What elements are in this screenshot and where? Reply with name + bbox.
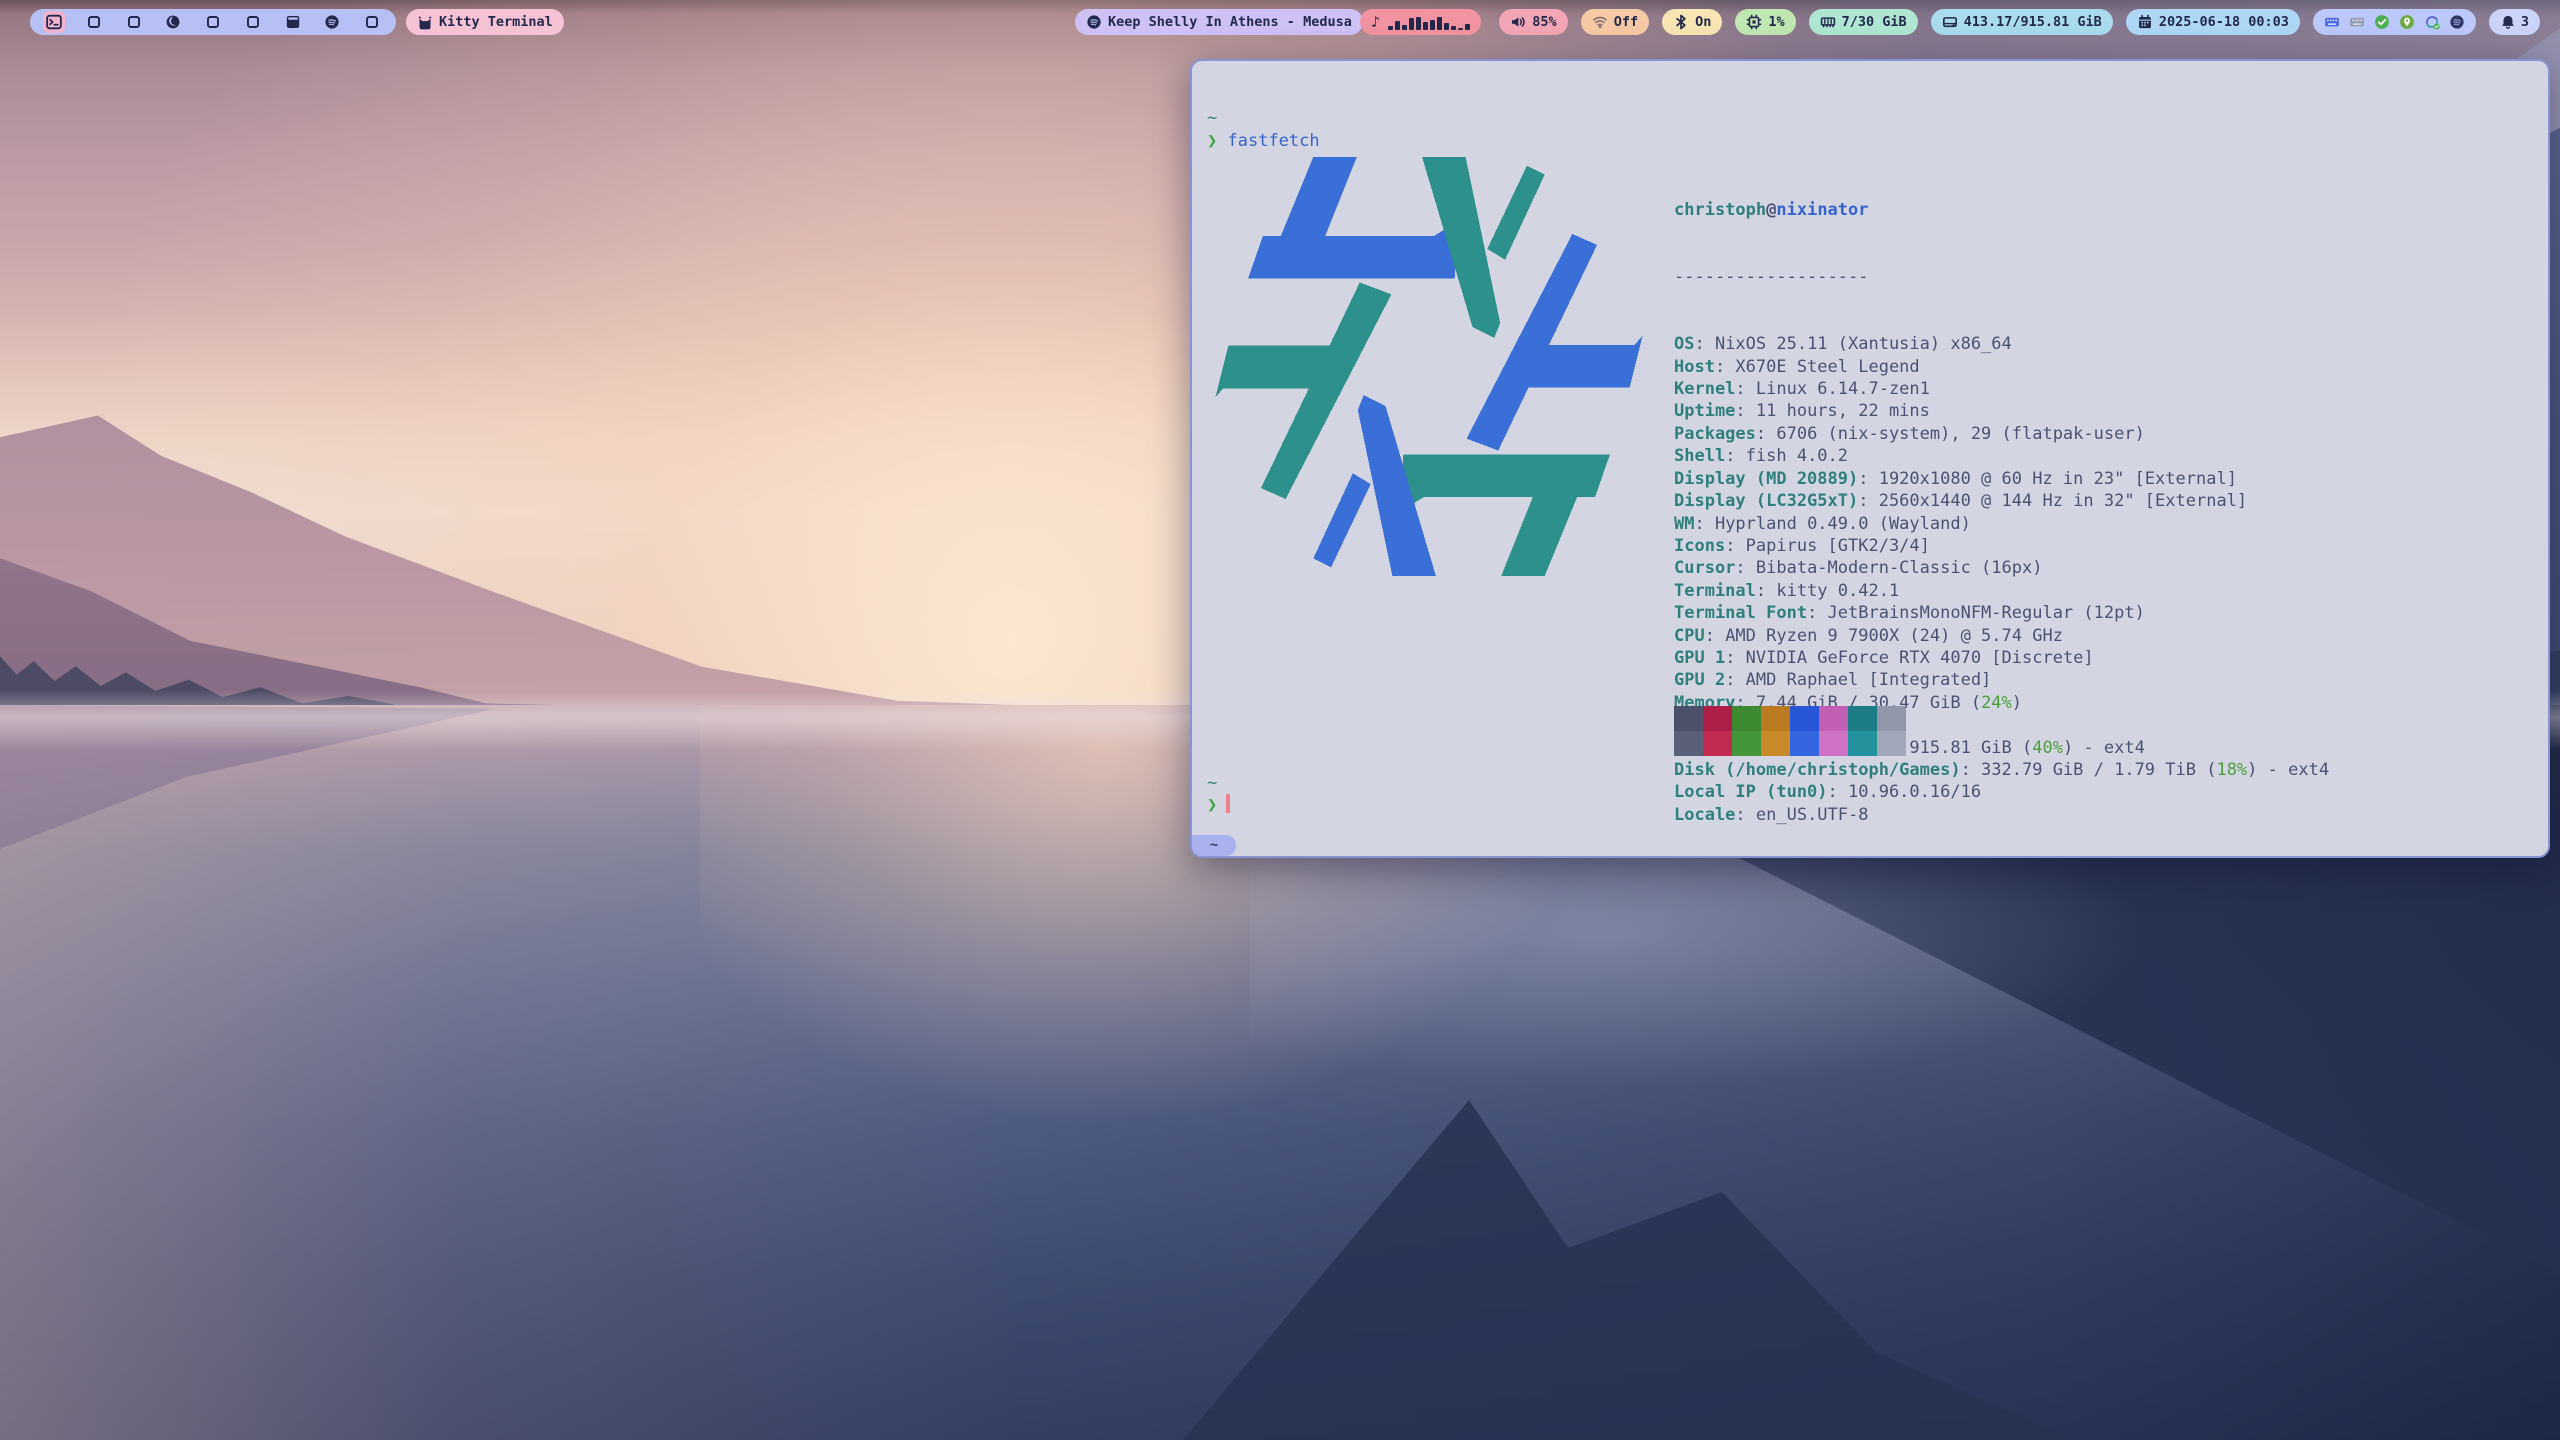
fastfetch-line: GPU 1: NVIDIA GeForce RTX 4070 [Discrete… — [1674, 647, 2329, 669]
network-value: Off — [1614, 14, 1638, 30]
fastfetch-line: Terminal Font: JetBrainsMonoNFM-Regular … — [1674, 602, 2329, 624]
desktop: Kitty Terminal Keep Shelly In Athens - M… — [0, 0, 2560, 1440]
fastfetch-line: Locale: en_US.UTF-8 — [1674, 804, 2329, 826]
bluetooth-icon — [1673, 14, 1689, 30]
disk-module[interactable]: 413.17/915.81 GiB — [1931, 9, 2113, 35]
workspace-switcher[interactable] — [30, 9, 396, 35]
terminal-window[interactable]: ~ ❯ fastfetch christoph@nixinator ------… — [1190, 59, 2550, 858]
fastfetch-line: CPU: AMD Ryzen 9 7900X (24) @ 5.74 GHz — [1674, 625, 2329, 647]
check-circle-icon[interactable] — [2374, 14, 2390, 30]
status-bar: Kitty Terminal Keep Shelly In Athens - M… — [0, 0, 2560, 44]
media-player-module[interactable]: Keep Shelly In Athens - Medusa — [1075, 9, 1363, 35]
active-window-title[interactable]: Kitty Terminal — [406, 9, 564, 35]
wifi-icon — [1592, 14, 1608, 30]
wallpaper-lake-mist — [1250, 830, 2150, 1090]
fastfetch-line: Shell: fish 4.0.2 — [1674, 445, 2329, 467]
sync-icon[interactable] — [2424, 14, 2440, 30]
text-cursor — [1226, 794, 1230, 813]
system-tray[interactable] — [2313, 9, 2476, 35]
media-track-label: Keep Shelly In Athens - Medusa — [1108, 14, 1352, 30]
fastfetch-line: Kernel: Linux 6.14.7-zen1 — [1674, 378, 2329, 400]
fastfetch-line: WM: Hyprland 0.49.0 (Wayland) — [1674, 513, 2329, 535]
network-module[interactable]: Off — [1581, 9, 1649, 35]
chip-icon — [1746, 14, 1762, 30]
window-icon — [285, 14, 301, 30]
spotify-tray-icon[interactable] — [2449, 14, 2465, 30]
bottom-prompt-path: ~ — [1207, 772, 1217, 794]
fastfetch-line: Cursor: Bibata-Modern-Classic (16px) — [1674, 557, 2329, 579]
workspace-6[interactable] — [242, 11, 264, 33]
location-icon[interactable] — [2399, 14, 2415, 30]
bluetooth-module[interactable]: On — [1662, 9, 1722, 35]
audio-visualizer-module[interactable]: ♪ — [1360, 9, 1481, 35]
cat-icon — [417, 14, 433, 30]
terminal-icon — [46, 14, 62, 30]
keymap-icon[interactable] — [2349, 14, 2365, 30]
clock-value: 2025-06-18 00:03 — [2159, 14, 2289, 30]
fastfetch-line: Disk (/home/christoph/Games): 332.79 GiB… — [1674, 759, 2329, 781]
terminal-color-palette — [1674, 706, 1906, 756]
volume-value: 85% — [1532, 14, 1556, 30]
square-icon — [245, 14, 261, 30]
clock-module[interactable]: 2025-06-18 00:03 — [2126, 9, 2300, 35]
fastfetch-line: Terminal: kitty 0.42.1 — [1674, 580, 2329, 602]
workspace-7[interactable] — [282, 11, 304, 33]
memory-module[interactable]: 7/30 GiB — [1809, 9, 1918, 35]
cpu-value: 1% — [1768, 14, 1784, 30]
fastfetch-line: Packages: 6706 (nix-system), 29 (flatpak… — [1674, 423, 2329, 445]
workspace-4[interactable] — [162, 11, 184, 33]
spotify-icon — [324, 14, 340, 30]
workspace-9[interactable] — [361, 11, 383, 33]
ram-icon — [1820, 14, 1836, 30]
square-icon — [126, 14, 142, 30]
keyboard-icon[interactable] — [2324, 14, 2340, 30]
disk-value: 413.17/915.81 GiB — [1964, 14, 2102, 30]
firefox-icon — [165, 14, 181, 30]
music-note-icon: ♪ — [1371, 15, 1380, 30]
visualizer-bars — [1388, 14, 1470, 30]
fastfetch-line: GPU 2: AMD Raphael [Integrated] — [1674, 669, 2329, 691]
palette-row-1 — [1674, 706, 1906, 731]
workspace-1-active[interactable] — [43, 11, 65, 33]
square-icon — [86, 14, 102, 30]
workspace-5[interactable] — [202, 11, 224, 33]
fastfetch-line: Icons: Papirus [GTK2/3/4] — [1674, 535, 2329, 557]
window-title-label: Kitty Terminal — [439, 14, 553, 30]
command-text: fastfetch — [1228, 131, 1320, 151]
notifications-module[interactable]: 3 — [2489, 9, 2540, 35]
workspace-2[interactable] — [83, 11, 105, 33]
palette-row-2 — [1674, 731, 1906, 756]
fastfetch-separator: ------------------- — [1674, 266, 2329, 288]
memory-value: 7/30 GiB — [1842, 14, 1907, 30]
bottom-prompt-line[interactable]: ❯ — [1207, 794, 1230, 816]
hdd-icon — [1942, 14, 1958, 30]
volume-module[interactable]: 85% — [1499, 9, 1567, 35]
fastfetch-line: Local IP (tun0): 10.96.0.16/16 — [1674, 781, 2329, 803]
cpu-module[interactable]: 1% — [1735, 9, 1795, 35]
fastfetch-line: Display (LC32G5xT): 2560x1440 @ 144 Hz i… — [1674, 490, 2329, 512]
terminal-tab-label: ~ — [1210, 834, 1218, 856]
fastfetch-line: Display (MD 20889): 1920x1080 @ 60 Hz in… — [1674, 468, 2329, 490]
bluetooth-value: On — [1695, 14, 1711, 30]
fastfetch-line: Uptime: 11 hours, 22 mins — [1674, 400, 2329, 422]
spotify-icon — [1086, 14, 1102, 30]
fastfetch-line: Host: X670E Steel Legend — [1674, 356, 2329, 378]
workspace-3[interactable] — [123, 11, 145, 33]
status-modules: 85% Off On 1% 7/30 GiB 413.17/915.81 GiB 2025-… — [1499, 9, 2540, 35]
fastfetch-title: christoph@nixinator — [1674, 199, 2329, 221]
workspace-8[interactable] — [321, 11, 343, 33]
terminal-tab[interactable]: ~ — [1192, 835, 1236, 856]
notification-count: 3 — [2521, 14, 2529, 30]
nixos-logo — [1204, 149, 1654, 584]
calendar-icon — [2137, 14, 2153, 30]
speaker-icon — [1510, 14, 1526, 30]
bell-icon — [2500, 14, 2516, 30]
square-icon — [205, 14, 221, 30]
prompt-path: ~ — [1207, 107, 1217, 129]
fastfetch-line: OS: NixOS 25.11 (Xantusia) x86_64 — [1674, 333, 2329, 355]
square-icon — [364, 14, 380, 30]
